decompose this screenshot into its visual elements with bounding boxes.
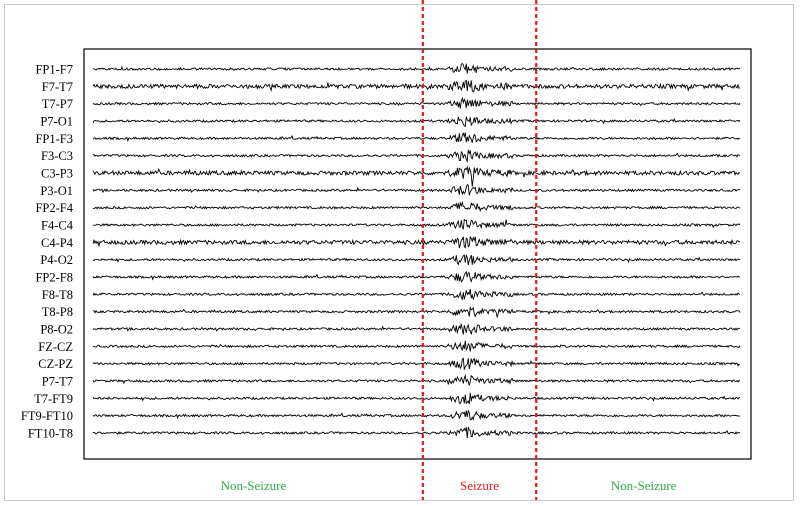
region-labels-group: Non-Seizure Seizure Non-Seizure (221, 478, 677, 493)
channel-label-p8-o2: P8-O2 (40, 322, 73, 336)
channel-label-c4-p4: C4-P4 (41, 236, 74, 250)
channel-label-p3-o1: P3-O1 (40, 184, 73, 198)
region-label-2: Non-Seizure (611, 478, 677, 493)
channel-label-fz-cz: FZ-CZ (38, 340, 73, 354)
channel-label-cz-pz: CZ-PZ (38, 357, 73, 371)
channel-label-p7-o1: P7-O1 (40, 114, 73, 128)
channel-label-p7-t7: P7-T7 (42, 374, 73, 388)
channel-label-t7-ft9: T7-FT9 (34, 392, 73, 406)
region-label-0: Non-Seizure (221, 478, 287, 493)
channel-label-ft10-t8: FT10-T8 (28, 426, 73, 440)
channel-labels-group: FP1-F7 F7-T7 T7-P7 P7-O1 FP1-F3 F3-C3 C3-P3 P3-… (21, 63, 74, 441)
channel-label-f3-c3: F3-C3 (41, 149, 73, 163)
channel-label-f7-t7: F7-T7 (42, 80, 73, 94)
channel-label-f8-t8: F8-T8 (42, 288, 73, 302)
channel-label-fp1-f3: FP1-F3 (35, 132, 73, 146)
channel-label-p4-o2: P4-O2 (40, 253, 73, 267)
channel-label-fp2-f8: FP2-F8 (35, 270, 73, 284)
eeg-chart: FP1-F7 F7-T7 T7-P7 P7-O1 FP1-F3 F3-C3 C3-P3 P3-… (21, 0, 752, 500)
channel-label-ft9-ft10: FT9-FT10 (21, 409, 73, 423)
channel-label-fp2-f4: FP2-F4 (35, 201, 73, 215)
channel-label-t7-p7: T7-P7 (42, 97, 73, 111)
channel-label-c3-p3: C3-P3 (41, 166, 73, 180)
channel-label-t8-p8: T8-P8 (42, 305, 73, 319)
region-label-1: Seizure (460, 478, 499, 493)
channel-label-fp1-f7: FP1-F7 (35, 63, 73, 77)
channel-label-f4-c4: F4-C4 (41, 218, 74, 232)
